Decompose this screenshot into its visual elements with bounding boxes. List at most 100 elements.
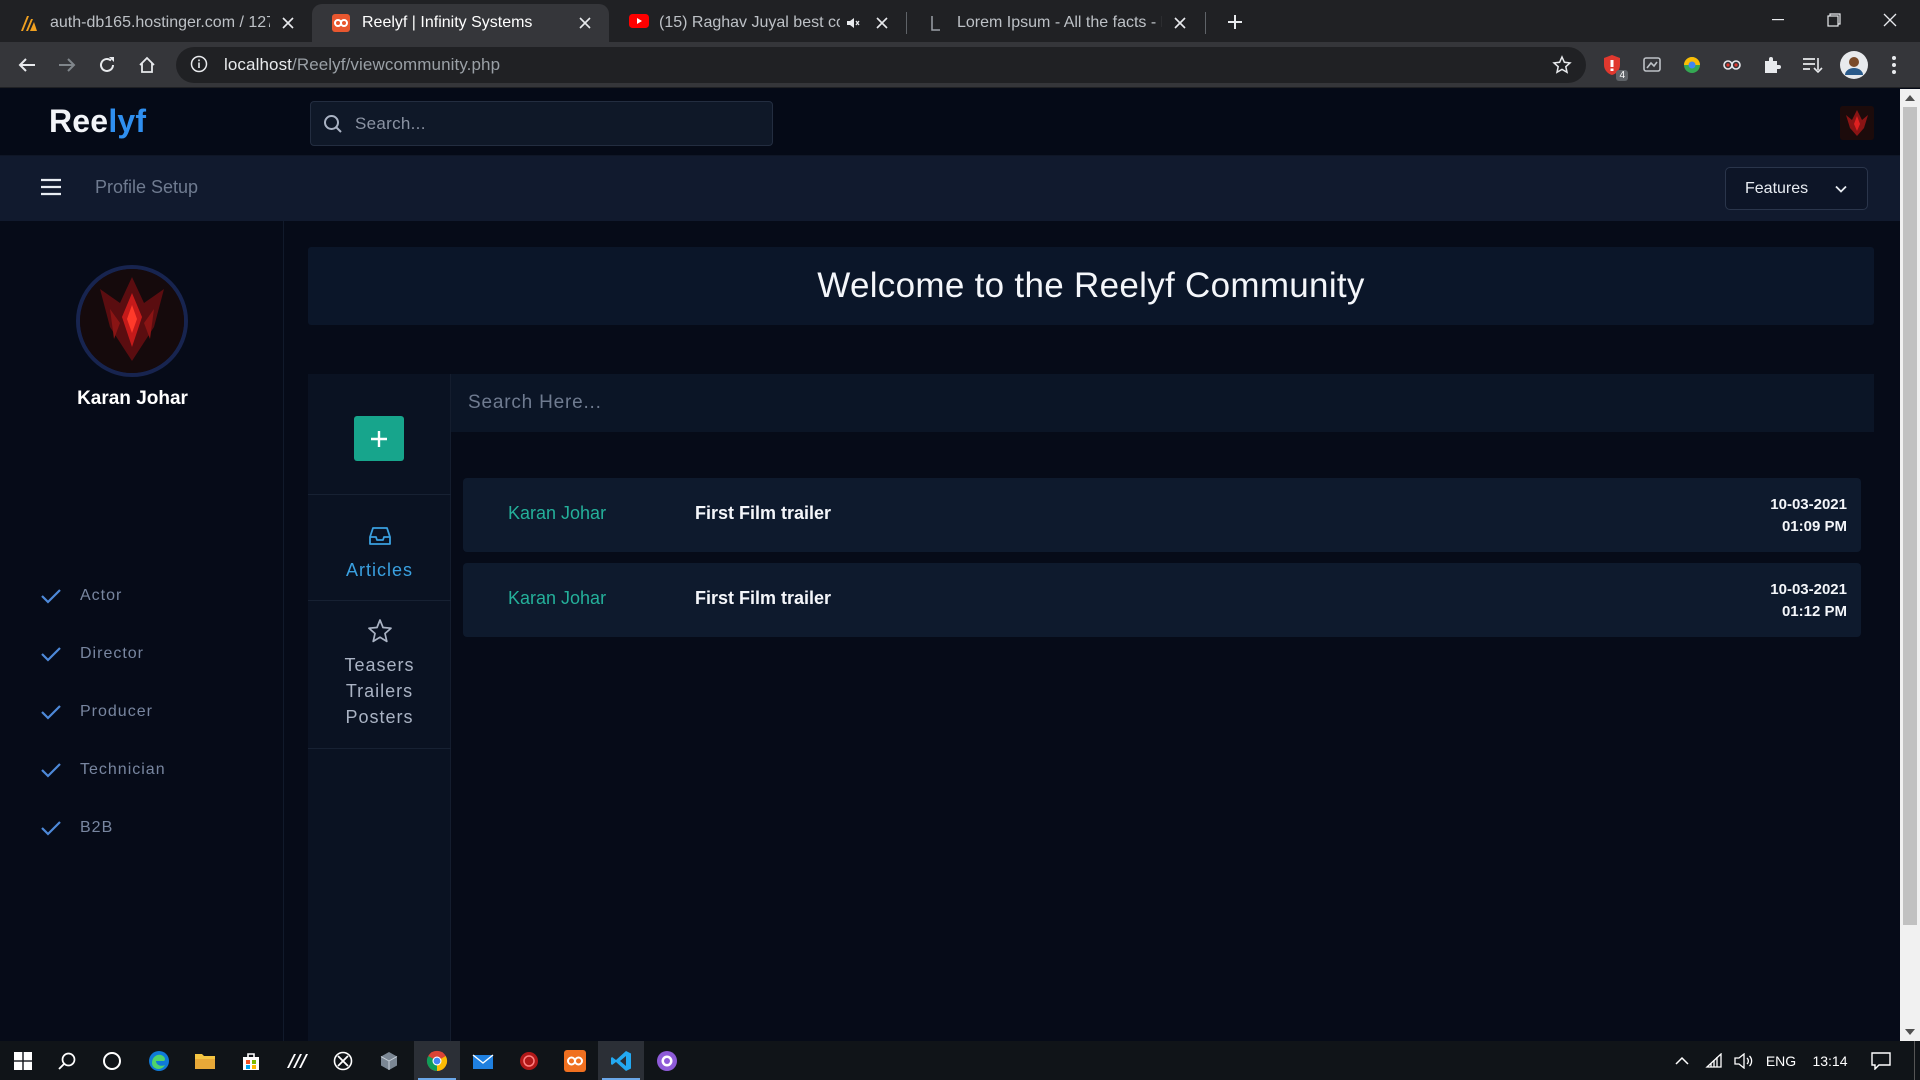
restore-window-button[interactable] xyxy=(1806,0,1862,40)
adblock-extension-icon[interactable]: 4 xyxy=(1600,53,1628,81)
post-date: 10-03-2021 xyxy=(1770,581,1847,598)
reelyf-favicon xyxy=(332,14,350,32)
extensions-puzzle-icon[interactable] xyxy=(1760,53,1784,77)
site-search-input[interactable]: Search... xyxy=(310,101,773,146)
chevron-down-icon xyxy=(1835,185,1847,193)
bookmark-star-icon[interactable] xyxy=(1552,55,1572,75)
welcome-banner: Welcome to the Reelyf Community xyxy=(308,247,1874,325)
site-info-icon[interactable] xyxy=(190,55,210,75)
close-tab-icon[interactable] xyxy=(872,13,892,33)
post-row[interactable]: Karan Johar First Film trailer 10-03-202… xyxy=(463,478,1861,552)
colorful-extension-icon[interactable] xyxy=(1680,53,1704,77)
github-desktop-icon[interactable] xyxy=(644,1041,690,1080)
file-explorer-icon[interactable] xyxy=(182,1041,228,1080)
cortana-icon[interactable] xyxy=(89,1041,135,1080)
windows-taskbar: ENG 13:14 xyxy=(0,1041,1920,1080)
post-title[interactable]: First Film trailer xyxy=(695,503,831,524)
role-item-director[interactable]: Director xyxy=(40,642,144,666)
post-author[interactable]: Karan Johar xyxy=(508,588,606,609)
scrollbar-thumb[interactable] xyxy=(1903,107,1917,925)
checkmark-icon xyxy=(40,819,62,837)
search-placeholder: Search... xyxy=(355,113,426,133)
close-tab-icon[interactable] xyxy=(1170,13,1190,33)
microsoft-store-icon[interactable] xyxy=(228,1041,274,1080)
scroll-up-arrow-icon[interactable] xyxy=(1905,95,1915,101)
show-desktop-strip[interactable] xyxy=(1914,1041,1915,1080)
muted-speaker-icon[interactable] xyxy=(846,14,864,32)
role-label: Producer xyxy=(80,703,153,720)
home-button[interactable] xyxy=(132,50,162,80)
user-avatar[interactable] xyxy=(1840,106,1874,140)
new-tab-button[interactable] xyxy=(1222,9,1248,35)
reelyf-logo[interactable]: Reelyf xyxy=(49,103,146,140)
close-tab-icon[interactable] xyxy=(575,13,595,33)
page-scrollbar[interactable] xyxy=(1900,89,1920,1041)
address-bar[interactable]: localhost/Reelyf/viewcommunity.php xyxy=(176,47,1586,83)
app-red-circle-icon[interactable] xyxy=(506,1041,552,1080)
xampp-icon[interactable] xyxy=(552,1041,598,1080)
post-row[interactable]: Karan Johar First Film trailer 10-03-202… xyxy=(463,563,1861,637)
volume-icon[interactable] xyxy=(1730,1041,1758,1080)
xbox-icon[interactable] xyxy=(320,1041,366,1080)
vscode-icon[interactable] xyxy=(598,1041,644,1080)
post-title[interactable]: First Film trailer xyxy=(695,588,831,609)
scroll-down-arrow-icon[interactable] xyxy=(1905,1029,1915,1035)
role-item-actor[interactable]: Actor xyxy=(40,584,122,608)
post-time: 01:12 PM xyxy=(1781,603,1847,620)
profile-avatar[interactable] xyxy=(76,265,188,377)
input-language-indicator[interactable]: ENG xyxy=(1762,1041,1800,1080)
edge-browser-icon[interactable] xyxy=(136,1041,182,1080)
extension-badge: 4 xyxy=(1616,70,1628,81)
back-button[interactable] xyxy=(12,50,42,80)
close-tab-icon[interactable] xyxy=(278,13,298,33)
forward-button[interactable] xyxy=(52,50,82,80)
ghost-extension-icon[interactable] xyxy=(1720,53,1744,77)
browser-tab-strip: auth-db165.hostinger.com / 127. Reelyf |… xyxy=(0,0,1920,42)
role-label: B2B xyxy=(80,819,114,836)
reading-list-icon[interactable] xyxy=(1800,53,1824,77)
category-label: Trailers xyxy=(345,681,414,701)
drive-extension-icon[interactable] xyxy=(1640,53,1664,77)
chrome-taskbar-icon[interactable] xyxy=(414,1041,460,1080)
youtube-icon xyxy=(629,14,649,32)
hostinger-icon xyxy=(20,14,38,32)
browser-tab-hostinger[interactable]: auth-db165.hostinger.com / 127. xyxy=(0,4,312,42)
browser-tab-reelyf[interactable]: Reelyf | Infinity Systems xyxy=(312,4,609,42)
browser-tab-lipsum[interactable]: Lorem Ipsum - All the facts - Lips xyxy=(907,4,1204,42)
role-item-producer[interactable]: Producer xyxy=(40,700,153,724)
category-label: Teasers xyxy=(344,655,415,675)
browser-tab-youtube[interactable]: (15) Raghav Juyal best comd xyxy=(609,4,906,42)
divider xyxy=(308,600,451,601)
taskbar-clock[interactable]: 13:14 xyxy=(1808,1041,1852,1080)
role-item-technician[interactable]: Technician xyxy=(40,758,166,782)
reload-button[interactable] xyxy=(92,50,122,80)
site-header: Reelyf Search... xyxy=(0,89,1900,156)
features-label: Features xyxy=(1745,179,1809,197)
browser-toolbar: localhost/Reelyf/viewcommunity.php 4 xyxy=(0,42,1920,88)
welcome-heading: Welcome to the Reelyf Community xyxy=(817,266,1365,305)
tab-separator xyxy=(1205,12,1206,34)
post-author[interactable]: Karan Johar xyxy=(508,503,606,524)
role-label: Director xyxy=(80,645,145,662)
features-dropdown[interactable]: Features xyxy=(1725,167,1868,210)
category-articles[interactable]: Articles xyxy=(308,523,451,583)
windows-start-icon[interactable] xyxy=(0,1041,46,1080)
role-item-b2b[interactable]: B2B xyxy=(40,816,113,840)
action-center-icon[interactable] xyxy=(1866,1041,1896,1080)
community-search-input[interactable]: Search Here... xyxy=(451,374,1874,432)
category-media[interactable]: Teasers Trailers Posters xyxy=(308,618,451,730)
hamburger-menu-icon[interactable] xyxy=(40,177,62,197)
mail-icon[interactable] xyxy=(460,1041,506,1080)
app-launcher-icon[interactable] xyxy=(274,1041,320,1080)
show-hidden-icons-button[interactable] xyxy=(1668,1041,1696,1080)
wifi-icon[interactable] xyxy=(1700,1041,1728,1080)
minimize-window-button[interactable] xyxy=(1750,0,1806,40)
close-window-button[interactable] xyxy=(1862,0,1918,40)
cube-app-icon[interactable] xyxy=(366,1041,412,1080)
browser-menu-icon[interactable] xyxy=(1882,53,1906,77)
role-label: Actor xyxy=(80,587,123,604)
add-post-button[interactable] xyxy=(354,416,404,461)
chrome-profile-avatar[interactable] xyxy=(1840,51,1868,79)
role-label: Technician xyxy=(80,761,166,778)
taskbar-search-icon[interactable] xyxy=(44,1041,90,1080)
